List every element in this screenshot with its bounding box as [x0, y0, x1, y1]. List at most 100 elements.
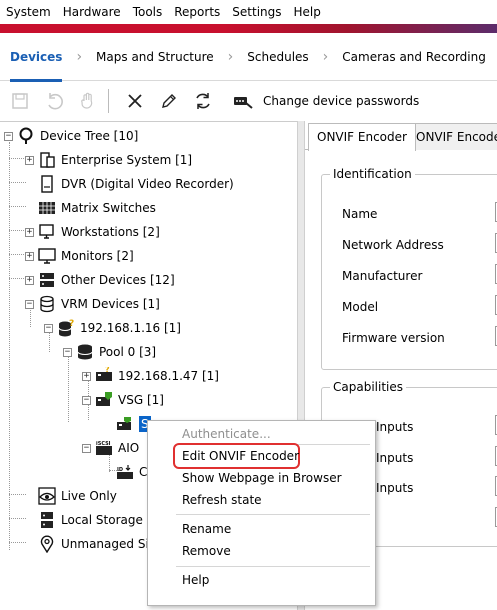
tree-item-unmanaged-site[interactable]: Unmanaged Site	[38, 533, 161, 555]
tree-item-pool[interactable]: − Pool 0 [3]	[63, 341, 156, 363]
identification-title: Identification	[330, 167, 415, 181]
tree-item-other-devices[interactable]: + Other Devices [12]	[25, 269, 175, 291]
expand-icon[interactable]: +	[25, 227, 34, 237]
change-device-passwords-button[interactable]: Change device passwords	[263, 94, 419, 108]
tree-item-vsg[interactable]: − VSG [1]	[82, 389, 164, 411]
properties-tabs: ONVIF Encoder ONVIF Encoder	[305, 121, 497, 151]
tree-item-label: Monitors [2]	[61, 249, 134, 263]
menu-tools[interactable]: Tools	[127, 0, 169, 24]
tree-item-label: DVR (Digital Video Recorder)	[61, 177, 234, 191]
tab-onvif-encoder[interactable]: ONVIF Encoder	[308, 123, 416, 151]
lun-icon: ID	[116, 463, 134, 481]
delete-icon[interactable]	[121, 87, 149, 115]
expand-icon[interactable]: +	[25, 251, 34, 261]
capability-label: Inputs	[376, 420, 414, 434]
refresh-icon[interactable]	[189, 87, 217, 115]
menu-item-help[interactable]: Help	[182, 573, 209, 587]
matrix-switch-icon	[38, 199, 56, 217]
tree-item-label: AIO	[118, 441, 140, 455]
monitor-icon	[38, 247, 56, 265]
tree-item-matrix-switches[interactable]: Matrix Switches	[38, 197, 156, 219]
map-pin-icon	[38, 535, 56, 553]
network-address-label: Network Address	[342, 238, 444, 252]
tree-item-label: 192.168.1.47 [1]	[118, 369, 219, 383]
storage-pool-icon	[76, 343, 94, 361]
collapse-icon[interactable]: −	[44, 323, 53, 333]
menu-item-remove[interactable]: Remove	[182, 544, 231, 558]
tree-item-aio-child[interactable]: ID C	[116, 461, 147, 483]
tab-schedules[interactable]: Schedules	[247, 33, 308, 81]
menu-item-refresh-state[interactable]: Refresh state	[182, 493, 262, 507]
menu-help[interactable]: Help	[288, 0, 327, 24]
tab-devices[interactable]: Devices	[10, 33, 63, 82]
tree-item-label: Pool 0 [3]	[99, 345, 157, 359]
menu-settings[interactable]: Settings	[226, 0, 287, 24]
menu-item-edit-onvif-encoder[interactable]: Edit ONVIF Encoder	[182, 449, 299, 463]
hand-icon[interactable]	[74, 87, 102, 115]
toolbar: Change device passwords	[0, 82, 497, 120]
tree-item-workstations[interactable]: + Workstations [2]	[25, 221, 160, 243]
server-tower-icon	[38, 151, 56, 169]
tab-maps-and-structure[interactable]: Maps and Structure	[96, 33, 214, 81]
collapse-icon[interactable]: −	[4, 131, 13, 141]
local-storage-icon	[38, 511, 56, 529]
menu-separator	[176, 514, 370, 515]
tree-item-monitors[interactable]: + Monitors [2]	[25, 245, 134, 267]
tree-item-label: Unmanaged Site	[61, 537, 161, 551]
tree-item-live-only[interactable]: Live Only	[38, 485, 117, 507]
database-icon	[38, 295, 56, 313]
expand-icon[interactable]: +	[82, 371, 91, 381]
chevron-right-icon: ›	[76, 48, 83, 65]
collapse-icon[interactable]: −	[82, 395, 91, 405]
menu-item-show-webpage[interactable]: Show Webpage in Browser	[182, 471, 342, 485]
tree-item-label: VRM Devices [1]	[61, 297, 160, 311]
iscsi-icon: iSCSI	[95, 439, 113, 457]
collapse-icon[interactable]: −	[63, 347, 72, 357]
tab-onvif-encoder-events[interactable]: ONVIF Encoder	[407, 123, 497, 150]
svg-text:ID: ID	[117, 467, 123, 473]
undo-icon[interactable]	[40, 87, 68, 115]
collapse-icon[interactable]: −	[25, 299, 34, 309]
chevron-right-icon: ›	[322, 48, 329, 65]
encoder-icon	[116, 415, 134, 433]
database-warning-icon: ?	[57, 319, 75, 337]
manufacturer-label: Manufacturer	[342, 269, 423, 283]
tree-item-local-storage[interactable]: Local Storage	[38, 509, 143, 531]
expand-icon[interactable]: +	[25, 155, 34, 165]
tree-item-enterprise-system[interactable]: + Enterprise System [1]	[25, 149, 192, 171]
workstation-icon	[38, 223, 56, 241]
menu-reports[interactable]: Reports	[168, 0, 226, 24]
tree-item-vrm-server[interactable]: − ? 192.168.1.16 [1]	[44, 317, 181, 339]
password-key-icon[interactable]	[229, 87, 257, 115]
svg-text:?: ?	[105, 367, 110, 374]
model-label: Model	[342, 300, 379, 314]
menu-hardware[interactable]: Hardware	[57, 0, 127, 24]
location-pin-icon	[17, 127, 35, 145]
tree-item-onvif-encoder-selected[interactable]: S	[116, 413, 151, 435]
save-icon[interactable]	[6, 87, 34, 115]
tree-item-vrm-devices[interactable]: − VRM Devices [1]	[25, 293, 160, 315]
expand-icon[interactable]: +	[25, 275, 34, 285]
edit-pencil-icon[interactable]	[155, 87, 183, 115]
tree-item-iscsi-device[interactable]: + ? 192.168.1.47 [1]	[82, 365, 219, 387]
tree-item-dvr[interactable]: DVR (Digital Video Recorder)	[38, 173, 234, 195]
tree-item-label: Enterprise System [1]	[61, 153, 193, 167]
svg-text:iSCSI: iSCSI	[96, 441, 111, 447]
main-tabs: Devices › Maps and Structure › Schedules…	[0, 33, 497, 82]
name-label: Name	[342, 207, 378, 221]
collapse-icon[interactable]: −	[82, 443, 91, 453]
tree-item-label: Other Devices [12]	[61, 273, 175, 287]
tree-root[interactable]: − Device Tree [10]	[4, 125, 138, 147]
menu-item-authenticate: Authenticate...	[182, 427, 271, 441]
vsg-icon	[95, 391, 113, 409]
other-devices-icon	[38, 271, 56, 289]
menu-item-rename[interactable]: Rename	[182, 522, 231, 536]
tree-root-label: Device Tree [10]	[40, 129, 139, 143]
tree-item-label: Live Only	[61, 489, 117, 503]
tree-item-aio[interactable]: − iSCSI AIO	[82, 437, 139, 459]
tree-item-label: VSG [1]	[118, 393, 164, 407]
capability-label: Inputs	[376, 451, 414, 465]
svg-text:?: ?	[69, 319, 74, 329]
menu-system[interactable]: System	[0, 0, 57, 24]
tab-cameras-and-recording[interactable]: Cameras and Recording	[342, 33, 486, 81]
